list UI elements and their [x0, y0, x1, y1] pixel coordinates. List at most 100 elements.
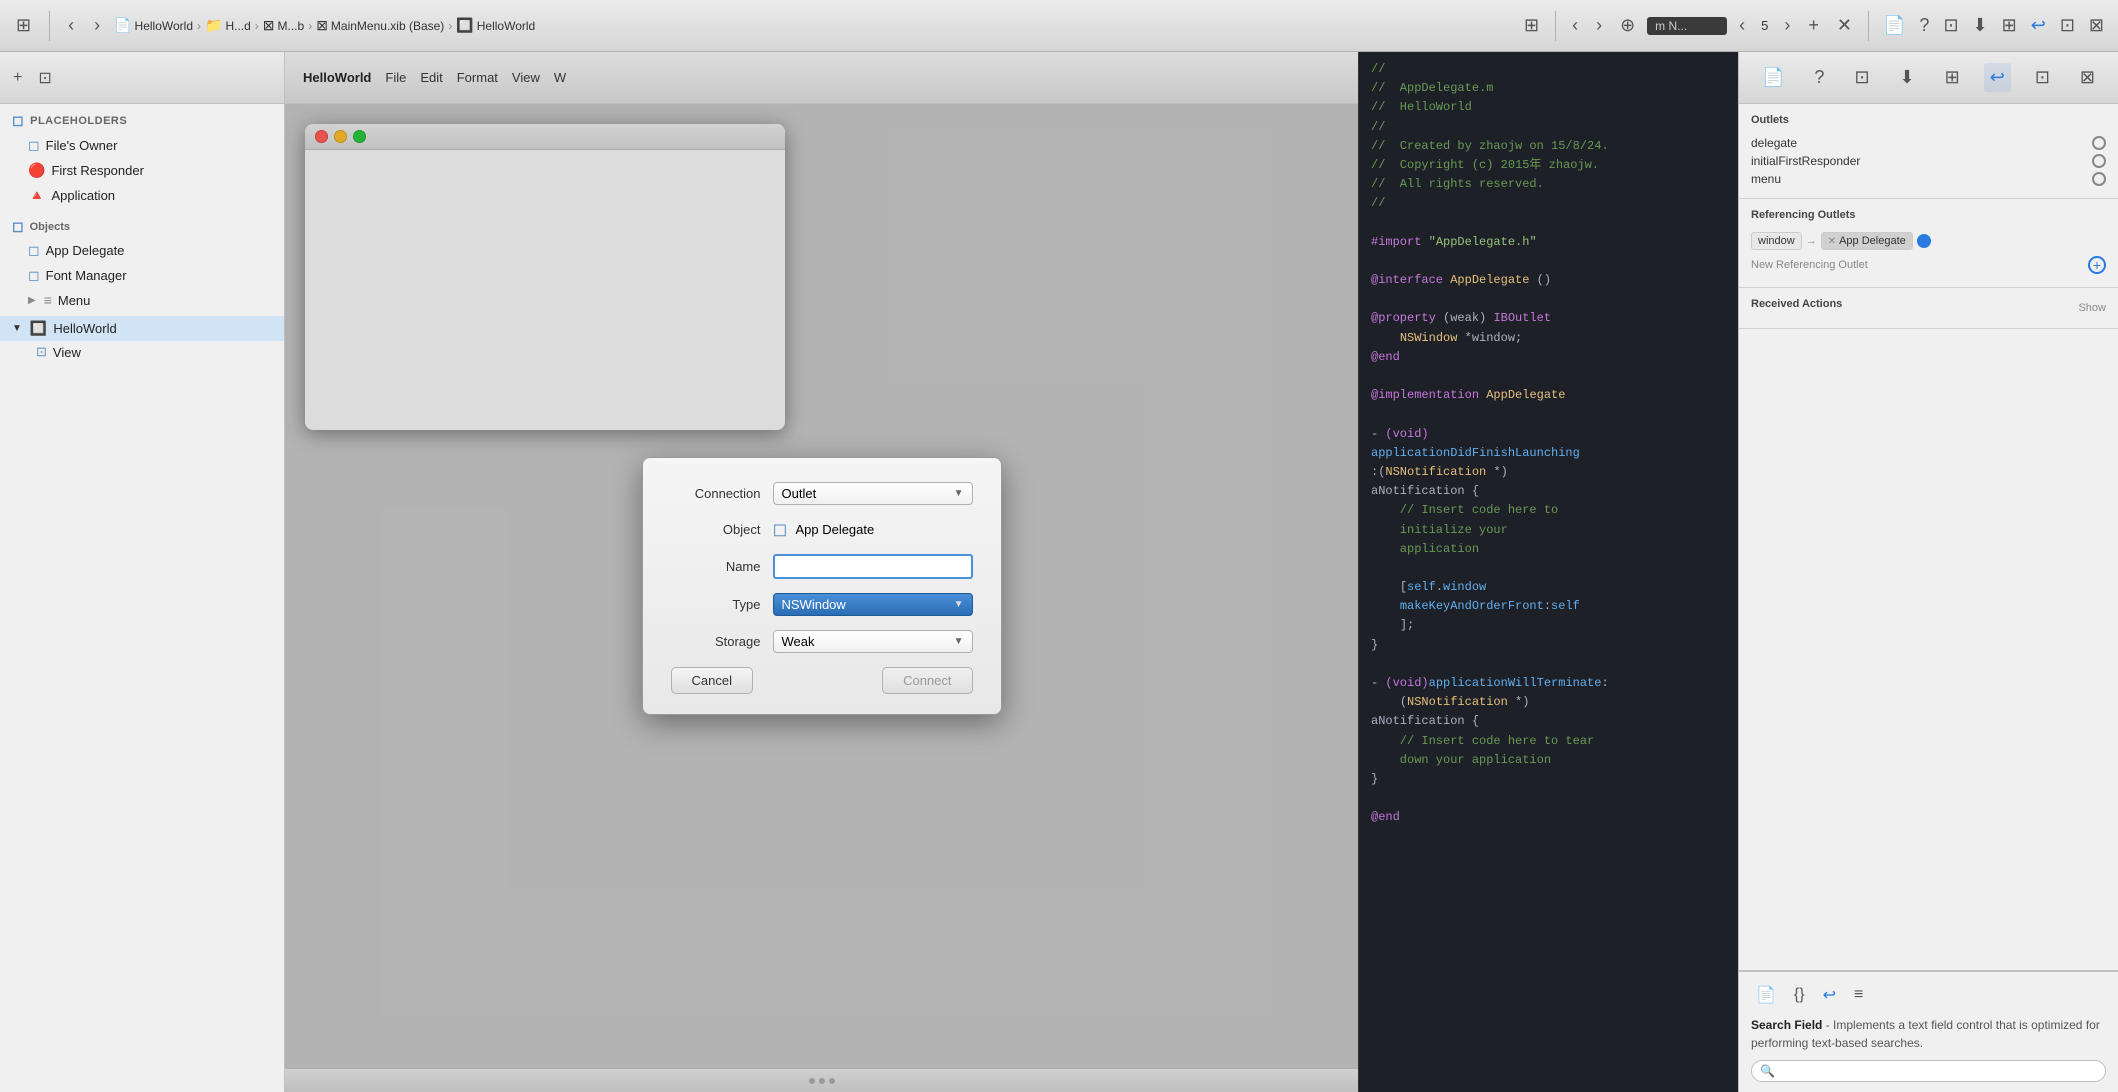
inspector-1-btn[interactable]: 📄	[1879, 11, 1909, 40]
bottom-connections-btn[interactable]: ↩	[1818, 982, 1841, 1008]
connection-dropdown-arrow: ▼	[954, 488, 964, 499]
nav-forward-btn[interactable]: ›	[1590, 11, 1608, 40]
code-line-25: initialize your	[1371, 521, 1726, 540]
nav-back-btn[interactable]: ‹	[1566, 11, 1584, 40]
type-dropdown[interactable]: NSWindow ▼	[773, 593, 973, 616]
ref-outlet-from: window	[1751, 232, 1802, 250]
inspector-effects-btn[interactable]: ⊠	[2074, 63, 2101, 92]
forward-btn[interactable]: ›	[88, 11, 106, 40]
inspector-8-btn[interactable]: ⊠	[2085, 11, 2108, 40]
back-btn[interactable]: ‹	[62, 11, 80, 40]
modal-type-row: Type NSWindow ▼	[671, 593, 973, 616]
nav-prev-btn[interactable]: ‹	[1733, 11, 1751, 40]
code-line-39	[1371, 789, 1726, 808]
ref-outlet-badge-x[interactable]: ✕	[1828, 236, 1836, 247]
code-line-21: applicationDidFinishLaunching	[1371, 444, 1726, 463]
inspector-size-btn[interactable]: ⬇	[1894, 63, 1921, 92]
outlet-row-delegate: delegate	[1751, 134, 2106, 152]
file-menu[interactable]: File	[385, 70, 406, 85]
code-line-35: aNotification {	[1371, 712, 1726, 731]
bottom-code-btn[interactable]: {}	[1789, 983, 1810, 1007]
inspector-2-btn[interactable]: ?	[1915, 11, 1933, 40]
search-field-widget: 🔍	[1751, 1060, 2106, 1082]
connect-button[interactable]: Connect	[882, 667, 972, 694]
view-label: View	[53, 345, 81, 360]
sidebar-item-appdelegate[interactable]: ◻ App Delegate	[0, 238, 284, 263]
grid-view-btn[interactable]: ⊞	[1518, 11, 1545, 40]
left-filter-btn[interactable]: ⊡	[33, 65, 56, 91]
link-btn[interactable]: ⊕	[1614, 11, 1641, 40]
inspector-file-btn[interactable]: 📄	[1756, 63, 1790, 92]
breadcrumb-helloworld-xib[interactable]: 🔲 HelloWorld	[456, 17, 535, 34]
show-link[interactable]: Show	[2078, 302, 2106, 314]
inspector-4-btn[interactable]: ⬇	[1969, 11, 1992, 40]
breadcrumb-folder[interactable]: 📁 H...d	[205, 17, 251, 34]
sidebar-item-firstresponder[interactable]: 🔴 First Responder	[0, 158, 284, 183]
bottom-file-btn[interactable]: 📄	[1751, 982, 1781, 1008]
left-add-btn[interactable]: +	[8, 66, 27, 90]
sidebar-item-fontmanager[interactable]: ◻ Font Manager	[0, 263, 284, 288]
code-line-22: :(NSNotification *)	[1371, 463, 1726, 482]
breadcrumb-mb[interactable]: ⊠ M...b	[263, 17, 304, 34]
sidebar-item-application[interactable]: 🔺 Application	[0, 183, 284, 208]
new-ref-plus[interactable]: +	[2088, 256, 2106, 274]
storage-dropdown[interactable]: Weak ▼	[773, 630, 973, 653]
close-tab-btn[interactable]: ✕	[1831, 11, 1858, 40]
edit-menu[interactable]: Edit	[420, 70, 442, 85]
connection-dropdown[interactable]: Outlet ▼	[773, 482, 973, 505]
window-menu[interactable]: W	[554, 70, 566, 85]
name-input[interactable]	[773, 554, 973, 579]
breadcrumb-helloworld[interactable]: 📄 HelloWorld	[114, 17, 193, 34]
inspector-5-btn[interactable]: ⊞	[1998, 11, 2021, 40]
breadcrumb-folder-icon: 📁	[205, 17, 222, 34]
ref-outlets-section: Referencing Outlets window → ✕ App Deleg…	[1739, 199, 2118, 288]
firstresponder-icon: 🔴	[28, 162, 45, 179]
inspector-attr-btn[interactable]: ⊞	[1939, 63, 1966, 92]
inspector-help-btn[interactable]: ?	[1808, 63, 1830, 92]
sidebar-item-menu[interactable]: ▶ ≡ Menu	[0, 288, 284, 312]
object-cube-icon: ◻	[773, 519, 788, 540]
placeholders-section-label: ◻ Placeholders	[0, 104, 284, 133]
bottom-description-title: Search Field	[1751, 1018, 1822, 1032]
code-line-14: @property (weak) IBOutlet	[1371, 309, 1726, 328]
menu-expand-arrow: ▶	[28, 295, 36, 306]
sidebar-item-filesowner[interactable]: ◻ File's Owner	[0, 133, 284, 158]
connections-inspector-btn[interactable]: ↩	[2027, 11, 2050, 40]
add-tab-btn[interactable]: +	[1802, 11, 1825, 40]
fontmanager-icon: ◻	[28, 267, 40, 284]
code-line-5: // Created by zhaojw on 15/8/24.	[1371, 137, 1726, 156]
breadcrumb-sep-1: ›	[197, 19, 201, 33]
modal-storage-row: Storage Weak ▼	[671, 630, 973, 653]
jump-bar[interactable]: m N...	[1647, 17, 1727, 35]
inspector-7-btn[interactable]: ⊡	[2056, 11, 2079, 40]
code-line-19	[1371, 405, 1726, 424]
inspector-grid-btn[interactable]: ⊡	[1848, 63, 1875, 92]
outlet-name-firstresponder: initialFirstResponder	[1751, 154, 1860, 168]
breadcrumb-label-3: MainMenu.xib (Base)	[331, 19, 444, 33]
inspector-connections-btn[interactable]: ↩	[1984, 63, 2011, 92]
cancel-button[interactable]: Cancel	[671, 667, 753, 694]
breadcrumb-sep-4: ›	[448, 19, 452, 33]
search-input[interactable]	[1779, 1064, 1899, 1078]
bottom-bindings-btn[interactable]: ≡	[1849, 983, 1868, 1007]
nav-next-btn[interactable]: ›	[1778, 11, 1796, 40]
sidebar-item-helloworld[interactable]: ▼ 🔲 HelloWorld	[0, 316, 284, 341]
sidebar-toggle-btn[interactable]: ⊞	[10, 11, 37, 40]
inspector-toolbar: 📄 ? ⊡ ⬇ ⊞ ↩ ⊡ ⊠	[1739, 52, 2118, 104]
new-ref-row: New Referencing Outlet +	[1751, 253, 2106, 277]
received-actions-section: Received Actions Show	[1739, 288, 2118, 329]
inspector-3-btn[interactable]: ⊡	[1939, 11, 1962, 40]
storage-dropdown-arrow: ▼	[954, 636, 964, 647]
main-toolbar: ⊞ ‹ › 📄 HelloWorld › 📁 H...d › ⊠ M...b ›…	[0, 0, 2118, 52]
code-line-34: (NSNotification *)	[1371, 693, 1726, 712]
breadcrumb-doc-icon: 📄	[114, 17, 131, 34]
breadcrumb-xib-icon-2: ⊠	[316, 17, 328, 34]
inspector-content: Outlets delegate initialFirstResponder m…	[1739, 104, 2118, 970]
format-menu[interactable]: Format	[457, 70, 498, 85]
view-menu[interactable]: View	[512, 70, 540, 85]
sidebar-item-view[interactable]: ⊡ View	[0, 341, 284, 363]
breadcrumb-sep-3: ›	[308, 19, 312, 33]
breadcrumb-mainmenu[interactable]: ⊠ MainMenu.xib (Base)	[316, 17, 444, 34]
inspector-bindings-btn[interactable]: ⊡	[2029, 63, 2056, 92]
breadcrumb-label-4: HelloWorld	[477, 19, 535, 33]
